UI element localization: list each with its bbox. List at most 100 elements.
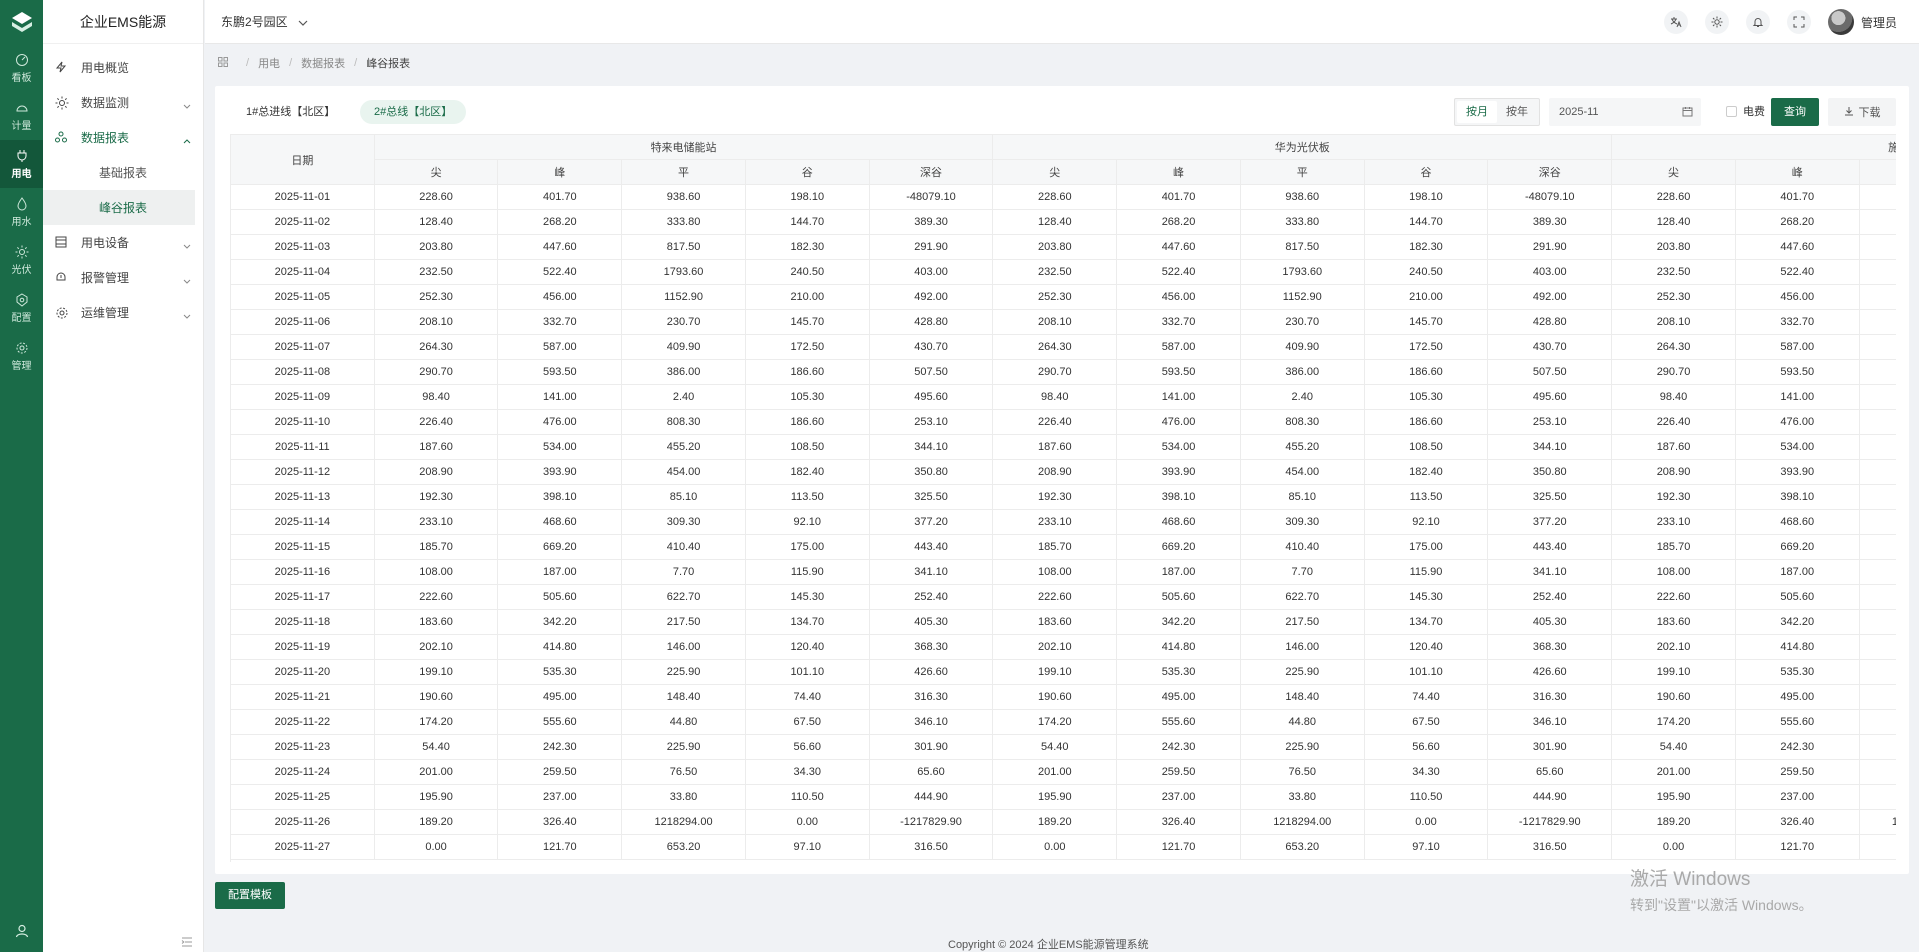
value-cell: 253.10	[1487, 409, 1613, 435]
menu-subitem[interactable]: 基础报表	[43, 155, 203, 190]
fullscreen-icon[interactable]	[1786, 10, 1811, 34]
mode-month-button[interactable]: 按月	[1457, 101, 1497, 123]
value-cell: 54.40	[374, 734, 499, 760]
value-cell: 368.30	[1487, 634, 1613, 660]
menu-item[interactable]: 报警管理	[43, 260, 203, 295]
value-cell: 938.60	[1240, 184, 1365, 210]
value-cell: 226.40	[374, 409, 499, 435]
user-name[interactable]: 管理员	[1861, 14, 1897, 31]
menu-item[interactable]: 用电概览	[43, 50, 203, 85]
menu-subitem[interactable]: 峰谷报表	[43, 190, 195, 225]
value-cell: 242.30	[1116, 734, 1241, 760]
column-header: 尖	[1611, 159, 1736, 185]
value-cell: 350.80	[1487, 459, 1613, 485]
column-header: 峰	[1735, 159, 1860, 185]
rail-item[interactable]: 光伏	[0, 236, 43, 284]
value-cell: 7.70	[1859, 559, 1896, 585]
value-cell: 316.50	[869, 834, 994, 860]
query-button[interactable]: 查询	[1771, 98, 1819, 126]
value-cell: 56.60	[745, 734, 870, 760]
value-cell: 476.00	[1116, 409, 1241, 435]
menu-item[interactable]: 数据监测	[43, 85, 203, 120]
value-cell: 534.00	[497, 434, 623, 460]
value-cell: 222.60	[992, 584, 1118, 610]
value-cell: 414.80	[1116, 634, 1241, 660]
value-cell: 332.70	[1116, 309, 1241, 335]
breadcrumb-item[interactable]: 数据报表	[301, 55, 345, 71]
campus-selector[interactable]: 东鹏2号园区	[221, 13, 308, 30]
value-cell: 92.10	[1364, 509, 1489, 535]
peak-valley-table[interactable]: 日期特来电储能站华为光伏板施耐德变电房尖峰平谷深谷尖峰平谷深谷尖峰平谷 2025…	[230, 134, 1896, 862]
month-picker[interactable]: 2025-11	[1549, 98, 1701, 126]
value-cell: 145.70	[1364, 309, 1489, 335]
date-cell: 2025-11-27	[231, 834, 375, 860]
rail-item[interactable]: 管理	[0, 332, 43, 380]
value-cell: 121.70	[1735, 834, 1860, 860]
rail-item[interactable]: 用电	[0, 140, 43, 188]
table-row: 2025-11-18 183.60 342.20 217.50 134.70 405.30…	[231, 609, 1896, 635]
value-cell: 389.30	[869, 209, 994, 235]
value-cell: 268.20	[497, 209, 623, 235]
date-cell: 2025-11-23	[231, 734, 375, 760]
line-tab-1[interactable]: 1#总进线【北区】	[232, 100, 349, 124]
rail-item[interactable]: 看板	[0, 44, 43, 92]
value-cell: 56.60	[1364, 734, 1489, 760]
value-cell: 185.70	[1611, 534, 1736, 560]
rail-item[interactable]: 计量	[0, 92, 43, 140]
date-cell: 2025-11-08	[231, 359, 375, 385]
value-cell: 377.20	[869, 509, 994, 535]
value-cell: 128.40	[374, 209, 499, 235]
gear-icon	[15, 341, 29, 355]
value-cell: 268.20	[1735, 209, 1860, 235]
value-cell: 468.60	[1735, 509, 1860, 535]
config-template-button[interactable]: 配置模板	[215, 882, 285, 909]
breadcrumb: / 用电 / 数据报表 / 峰谷报表	[218, 55, 410, 71]
table-row: 2025-11-17 222.60 505.60 622.70 145.30 252.40…	[231, 584, 1896, 610]
value-cell: 443.40	[869, 534, 994, 560]
breadcrumb-item[interactable]: 用电	[258, 55, 280, 71]
download-button[interactable]: 下载	[1828, 98, 1896, 126]
value-cell: 389.30	[1487, 209, 1613, 235]
value-cell: 495.00	[1735, 684, 1860, 710]
bolt-icon	[55, 61, 69, 75]
fee-checkbox[interactable]	[1726, 105, 1737, 117]
grid-icon[interactable]	[218, 56, 228, 70]
value-cell: 522.40	[1116, 259, 1241, 285]
value-cell: 492.00	[869, 284, 994, 310]
menu-item[interactable]: 用电设备	[43, 225, 203, 260]
line-tab-2[interactable]: 2#总线【北区】	[360, 100, 467, 124]
rail-item-label: 配置	[11, 312, 32, 324]
collapse-menu-icon[interactable]	[181, 936, 195, 950]
value-cell: 309.30	[621, 509, 746, 535]
bell-icon[interactable]	[1745, 10, 1770, 34]
value-cell: 203.80	[992, 234, 1118, 260]
value-cell: 210.00	[1364, 284, 1489, 310]
value-cell: 115.90	[745, 559, 870, 585]
value-cell: 85.10	[621, 484, 746, 510]
value-cell: 938.60	[1859, 184, 1896, 210]
value-cell: 401.70	[497, 184, 623, 210]
menu-item[interactable]: 运维管理	[43, 295, 203, 330]
value-cell: 208.10	[1611, 309, 1736, 335]
chevron-down-icon	[183, 98, 191, 112]
value-cell: 108.00	[1611, 559, 1736, 585]
user-icon[interactable]	[0, 924, 43, 938]
value-cell: 145.30	[1364, 584, 1489, 610]
value-cell: 208.90	[1611, 459, 1736, 485]
value-cell: 98.40	[374, 384, 499, 410]
value-cell: 201.00	[374, 759, 499, 785]
value-cell: 653.20	[1859, 834, 1896, 860]
date-cell: 2025-11-12	[231, 459, 375, 485]
config-icon	[15, 292, 29, 307]
rail-item[interactable]: 用水	[0, 188, 43, 236]
rail-item[interactable]: 配置	[0, 284, 43, 332]
column-header: 峰	[497, 159, 623, 185]
value-cell: 76.50	[1240, 759, 1365, 785]
mode-year-button[interactable]: 按年	[1497, 101, 1537, 123]
translate-icon[interactable]	[1663, 10, 1688, 34]
fee-toggle[interactable]: 电费	[1726, 103, 1765, 119]
menu-item[interactable]: 数据报表	[43, 120, 203, 155]
theme-icon[interactable]	[1704, 10, 1729, 34]
avatar[interactable]	[1827, 9, 1854, 35]
chevron-down-icon	[298, 15, 308, 29]
